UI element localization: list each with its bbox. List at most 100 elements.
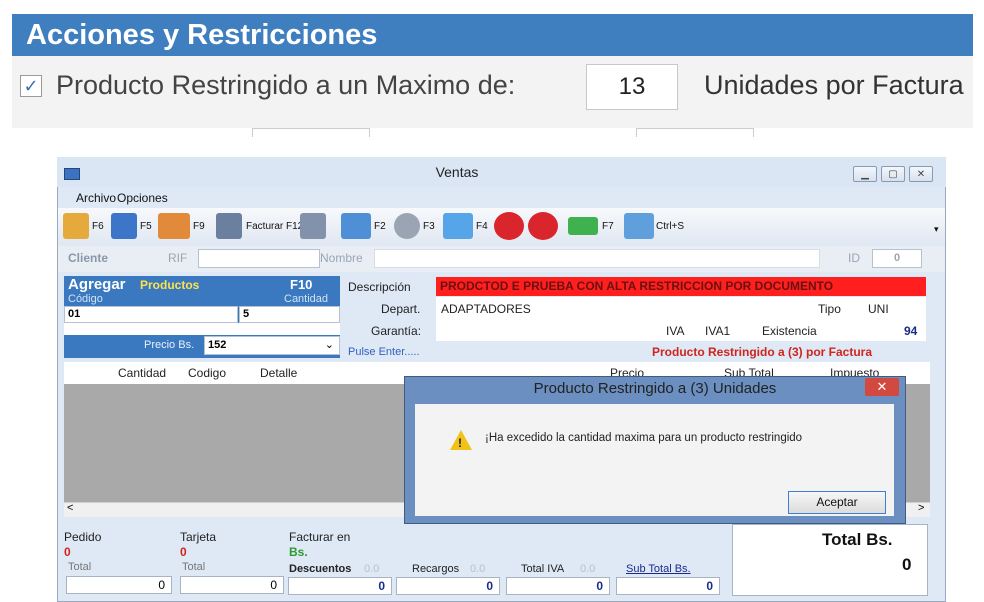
codigo-label: Código [68, 293, 103, 305]
menu-bar: Archivo Opciones [58, 188, 945, 208]
partial-field [252, 128, 370, 137]
pedido-value: 0 [64, 545, 71, 559]
nombre-input[interactable] [374, 249, 820, 268]
iva-label: IVA [666, 324, 685, 338]
tarjeta-label: Tarjeta [180, 530, 217, 544]
total-bs-label: Total Bs. [822, 530, 893, 549]
facturar-en-label: Facturar en [289, 530, 351, 544]
total-field-2: 0 [180, 576, 284, 594]
facturar-en-value: Bs. [289, 545, 308, 559]
pedido-label: Pedido [64, 530, 102, 544]
existencia-label: Existencia [762, 324, 817, 338]
recargos-label: Recargos [412, 563, 460, 575]
descripcion-field[interactable]: PRODCTOD E PRUEBA CON ALTA RESTRICCION P… [436, 277, 926, 296]
printer-icon[interactable] [216, 213, 242, 239]
totaliva-label: Total IVA [521, 563, 565, 575]
tipo-value: UNI [868, 302, 889, 316]
toolbar-overflow-icon[interactable]: ▾ [934, 224, 939, 235]
rif-input[interactable] [198, 249, 320, 268]
productos-label: Productos [140, 278, 200, 292]
garantia-label: Garantía: [371, 324, 422, 338]
f5-label: F5 [140, 221, 152, 232]
max-units-input[interactable]: 13 [586, 64, 678, 110]
tarjeta-value: 0 [180, 545, 187, 559]
chevron-down-icon: ⌄ [324, 339, 334, 351]
f4-label: F4 [476, 221, 488, 232]
subtotal-link[interactable]: Sub Total Bs. [626, 563, 691, 575]
toolbar: F6 F5 F9 Facturar F12 F2 F3 F4 F7 Ctrl+S… [58, 208, 945, 244]
restriction-message: Producto Restringido a (3) por Factura [652, 345, 873, 359]
window-icon[interactable] [341, 213, 371, 239]
dialog-title: Producto Restringido a (3) Unidades [533, 380, 777, 397]
existencia-value: 94 [904, 324, 918, 338]
window-title: Ventas [435, 164, 479, 180]
pulse-enter-hint: Pulse Enter..... [348, 346, 420, 358]
descripcion-label: Descripción [348, 280, 411, 294]
restrict-checkbox[interactable]: ✓ [20, 75, 42, 97]
menu-archivo[interactable]: Archivo [76, 191, 116, 205]
f10-label: F10 [290, 277, 313, 292]
f6-label: F6 [92, 221, 104, 232]
id-field[interactable]: 0 [872, 249, 922, 268]
cantidad-label: Cantidad [284, 293, 329, 305]
col-detalle[interactable]: Detalle [260, 366, 297, 380]
descuentos-field: 0 [288, 577, 392, 595]
print-icon[interactable] [300, 213, 326, 239]
open-folder-icon[interactable] [63, 213, 89, 239]
rif-label: RIF [168, 251, 188, 265]
depart-label: Depart. [381, 302, 421, 316]
descuentos-small: 0.0 [364, 563, 380, 575]
scroll-left-icon[interactable]: < [67, 502, 73, 514]
codigo-input[interactable]: 01 [64, 306, 238, 323]
total-field: 0 [66, 576, 172, 594]
f9-label: F9 [193, 221, 205, 232]
delete-all-icon[interactable] [528, 212, 558, 240]
client-row: Cliente RIF Nombre ID 0 [58, 246, 945, 272]
search-icon[interactable] [443, 213, 473, 239]
f2-label: F2 [374, 221, 386, 232]
refresh-icon[interactable] [394, 213, 420, 239]
save-icon[interactable] [111, 213, 137, 239]
facturar-label[interactable]: Facturar F12 [246, 221, 303, 232]
f7-label: F7 [602, 221, 614, 232]
warning-icon-mark: ! [458, 436, 462, 450]
units-label: Unidades por Factura [704, 70, 964, 100]
delete-line-icon[interactable] [494, 212, 524, 240]
col-codigo[interactable]: Codigo [188, 366, 226, 380]
minimize-button[interactable]: ▁ [853, 166, 877, 182]
aceptar-button[interactable]: Aceptar [788, 491, 886, 514]
precio-select[interactable]: 152 ⌄ [204, 336, 340, 355]
total-label: Total [68, 561, 92, 573]
id-label: ID [848, 251, 860, 265]
maximize-button[interactable]: ▢ [881, 166, 905, 182]
totaliva-small: 0.0 [580, 563, 596, 575]
recargos-field: 0 [396, 577, 500, 595]
totaliva-field: 0 [506, 577, 610, 595]
dialog-message: ¡Ha excedido la cantidad maxima para un … [485, 432, 803, 444]
f3-label: F3 [423, 221, 435, 232]
precio-label: Precio Bs. [144, 339, 195, 351]
add-client-icon[interactable] [158, 213, 190, 239]
ctrls-label: Ctrl+S [656, 221, 685, 232]
agregar-title: Agregar [68, 276, 126, 293]
section-header: Acciones y Restricciones [12, 14, 973, 56]
cash-icon[interactable] [568, 217, 598, 235]
agregar-spacer [64, 323, 340, 335]
spellcheck-icon[interactable] [624, 213, 654, 239]
precio-value: 152 [208, 339, 227, 351]
subtotal-field: 0 [616, 577, 720, 595]
col-cantidad[interactable]: Cantidad [118, 366, 166, 380]
add-product-panel: Agregar Productos F10 Código Cantidad 01… [64, 276, 340, 358]
descuentos-label: Descuentos [289, 563, 352, 575]
dialog-close-button[interactable]: ✕ [865, 378, 899, 396]
recargos-small: 0.0 [470, 563, 486, 575]
restrict-label: Producto Restringido a un Maximo de: [56, 70, 516, 100]
cantidad-input[interactable]: 5 [239, 306, 340, 323]
cliente-label: Cliente [68, 251, 109, 265]
depart-value: ADAPTADORES [441, 302, 531, 316]
scroll-right-icon[interactable]: > [918, 502, 924, 514]
close-button[interactable]: ✕ [909, 166, 933, 182]
menu-opciones[interactable]: Opciones [117, 191, 168, 205]
partial-field [636, 128, 754, 137]
iva-value: IVA1 [705, 324, 731, 338]
